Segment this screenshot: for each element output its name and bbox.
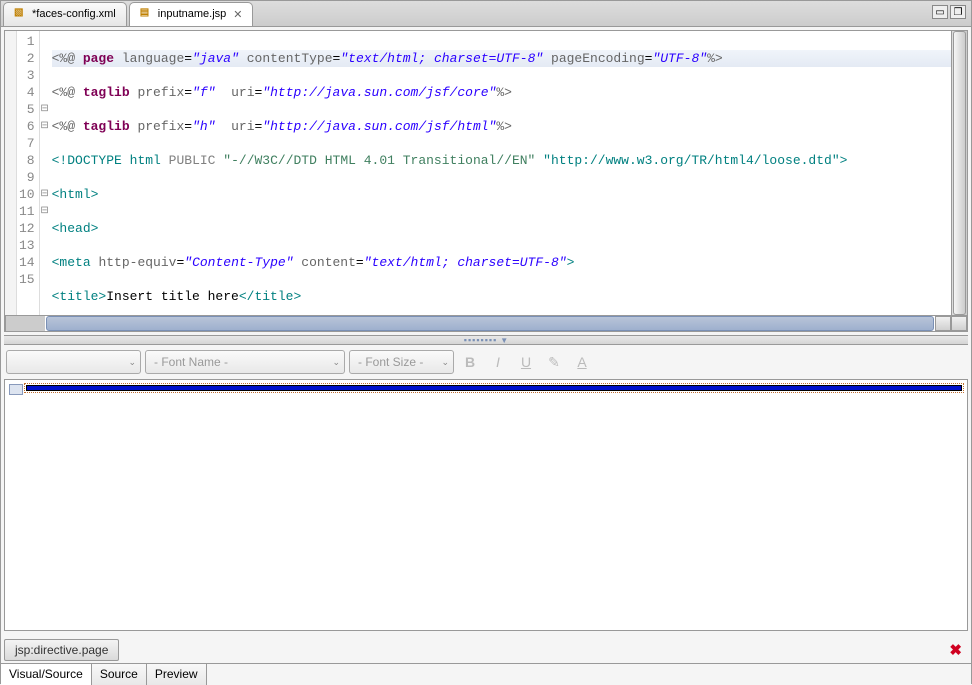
horizontal-scrollbar[interactable] xyxy=(5,315,967,331)
font-name-select[interactable]: - Font Name - ⌄ xyxy=(145,350,345,374)
delete-icon[interactable]: ✖ xyxy=(949,641,962,659)
tab-inputname-jsp[interactable]: ▤ inputname.jsp ✕ xyxy=(129,2,254,26)
text-color-button[interactable]: A xyxy=(570,350,594,374)
format-toolbar: ⌄ - Font Name -⌄ - Font Size -⌄ B I U ✎ … xyxy=(4,347,968,377)
line-number-gutter: 123456789101112131415 xyxy=(17,31,40,315)
editor-mode-tabs: Visual/Source Source Preview xyxy=(1,663,971,685)
tab-source[interactable]: Source xyxy=(92,664,147,685)
breadcrumb-bar: jsp:directive.page ✖ xyxy=(4,637,968,663)
fold-column[interactable]: ⊟⊟⊟⊟ xyxy=(40,31,50,315)
tab-label: *faces-config.xml xyxy=(32,8,116,20)
pane-sash[interactable]: ▪▪▪▪▪▪▪▪ ▼ xyxy=(4,335,968,345)
visual-preview[interactable] xyxy=(4,379,968,631)
italic-button[interactable]: I xyxy=(486,350,510,374)
editor-tab-bar: ▧ *faces-config.xml ▤ inputname.jsp ✕ ▭ … xyxy=(1,1,971,27)
source-editor: 123456789101112131415 ⊟⊟⊟⊟ <%@ page lang… xyxy=(4,30,968,332)
style-select[interactable]: ⌄ xyxy=(6,350,141,374)
code-area[interactable]: <%@ page language="java" contentType="te… xyxy=(50,31,951,315)
tab-preview[interactable]: Preview xyxy=(147,664,207,685)
tab-label: inputname.jsp xyxy=(158,8,227,20)
font-size-select[interactable]: - Font Size - ⌄ xyxy=(349,350,454,374)
tab-visual-source[interactable]: Visual/Source xyxy=(1,664,92,685)
chevron-updown-icon: ⌄ xyxy=(128,357,136,368)
chevron-down-icon: ▼ xyxy=(500,336,508,345)
view-root-icon xyxy=(9,384,23,395)
marker-ruler xyxy=(5,31,17,315)
selection-bar xyxy=(26,385,962,391)
highlight-color-button[interactable]: ✎ xyxy=(542,350,566,374)
minimize-button[interactable]: ▭ xyxy=(932,5,948,19)
window-controls: ▭ ❐ xyxy=(932,5,966,19)
font-name-value: - Font Name - xyxy=(154,355,228,369)
vertical-scrollbar[interactable] xyxy=(951,31,967,315)
tab-faces-config[interactable]: ▧ *faces-config.xml xyxy=(3,2,127,26)
close-icon[interactable]: ✕ xyxy=(233,8,242,21)
maximize-button[interactable]: ❐ xyxy=(950,5,966,19)
jsp-file-icon: ▤ xyxy=(140,7,154,21)
chevron-updown-icon: ⌄ xyxy=(441,357,449,368)
xml-file-icon: ▧ xyxy=(14,7,28,21)
chevron-updown-icon: ⌄ xyxy=(332,357,340,368)
grip-icon: ▪▪▪▪▪▪▪▪ xyxy=(464,335,498,345)
preview-canvas[interactable] xyxy=(24,383,964,393)
underline-button[interactable]: U xyxy=(514,350,538,374)
font-size-value: - Font Size - xyxy=(358,355,423,369)
bold-button[interactable]: B xyxy=(458,350,482,374)
breadcrumb-node[interactable]: jsp:directive.page xyxy=(4,639,119,661)
